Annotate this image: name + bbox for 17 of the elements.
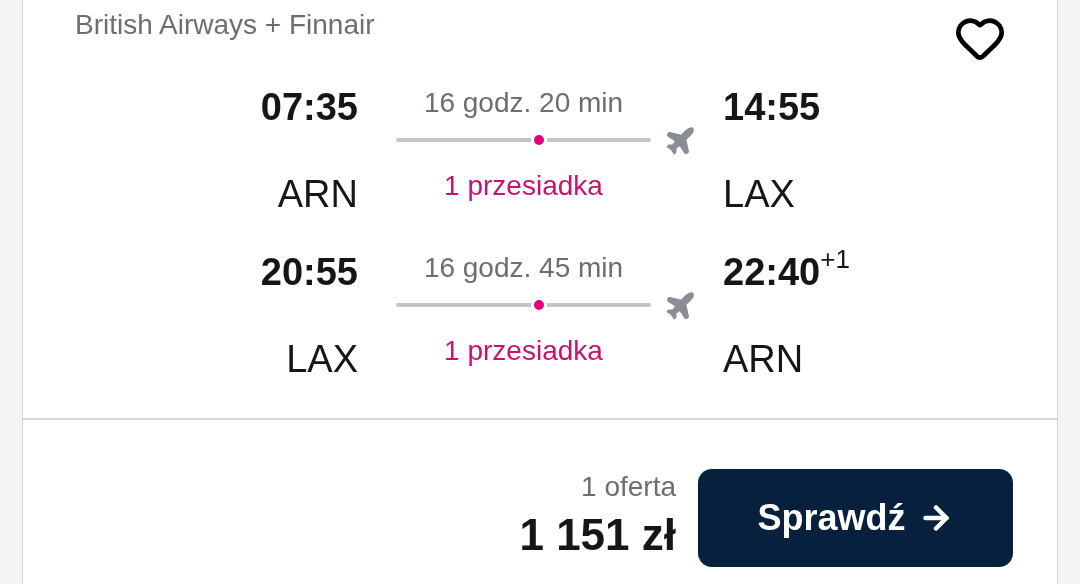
departure-airport: LAX — [286, 338, 358, 380]
flight-duration: 16 godz. 20 min — [423, 86, 624, 120]
price: 1 151 zł — [519, 509, 676, 561]
stops-count: 1 przesiadka — [444, 334, 603, 368]
offer-count: 1 oferta — [581, 470, 676, 504]
arrival-time: 22:40 — [723, 250, 821, 295]
arrival-time: 14:55 — [723, 85, 821, 130]
departure-airport: ARN — [277, 173, 358, 215]
flight-duration: 16 godz. 45 min — [423, 251, 624, 285]
check-button[interactable]: Sprawdź — [698, 469, 1013, 567]
arrival-airport: LAX — [723, 173, 795, 215]
airline-name: British Airways + Finnair — [75, 8, 375, 42]
stops-count: 1 przesiadka — [444, 169, 603, 203]
day-offset: +1 — [820, 244, 850, 274]
departure-time: 07:35 — [260, 85, 358, 130]
departure-time: 20:55 — [260, 250, 358, 295]
arrival-airport: ARN — [723, 338, 804, 380]
